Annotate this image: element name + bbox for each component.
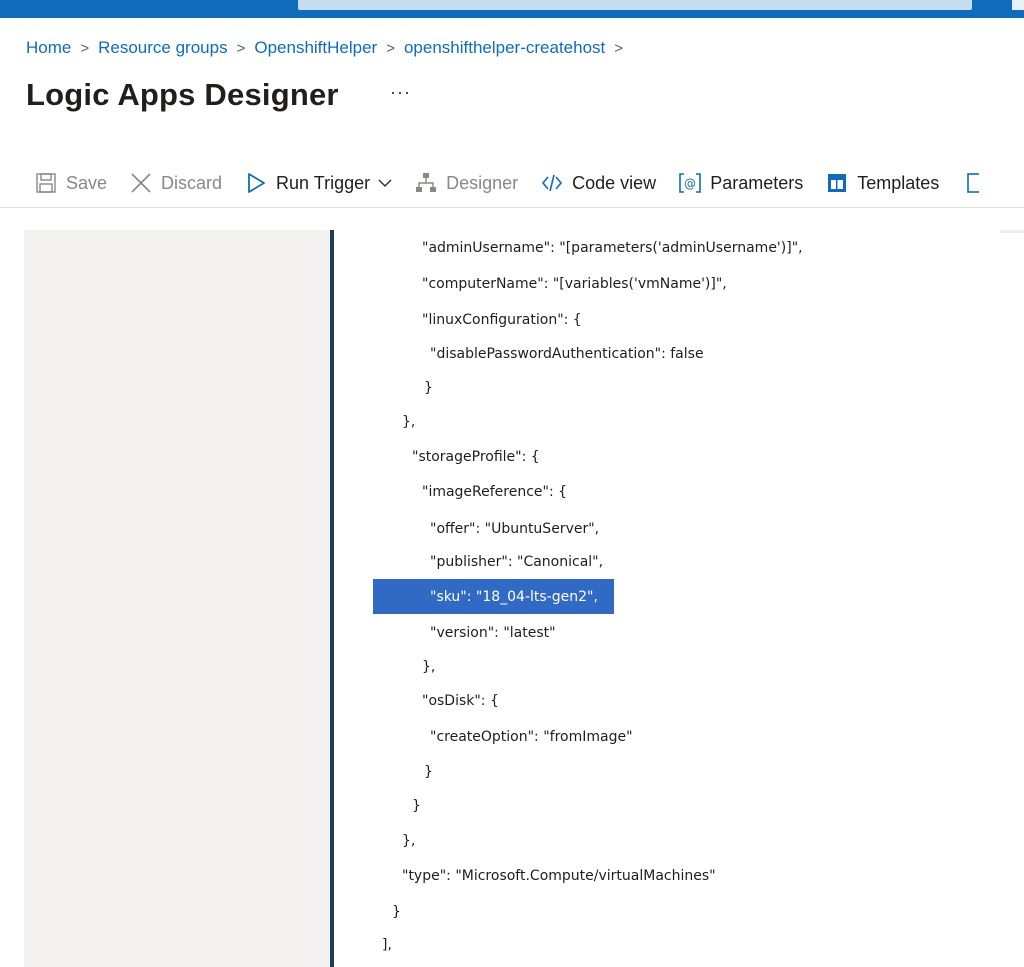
play-icon (244, 171, 268, 195)
code-line: } (392, 904, 401, 920)
code-line: "computerName": "[variables('vmName')]", (422, 276, 727, 292)
parameters-label: Parameters (710, 172, 804, 193)
code-line: }, (402, 414, 416, 430)
toolbar-divider (0, 207, 1024, 208)
toolbar-overflow-button[interactable] (961, 171, 985, 195)
close-icon (129, 171, 153, 195)
code-line: "linuxConfiguration": { (422, 312, 582, 328)
top-bar-icon[interactable] (1012, 0, 1024, 10)
chevron-down-icon (378, 178, 392, 188)
run-trigger-label: Run Trigger (276, 172, 371, 193)
code-line: "type": "Microsoft.Compute/virtualMachin… (402, 868, 716, 884)
breadcrumb: Home > Resource groups > OpenshiftHelper… (26, 36, 632, 60)
designer-label: Designer (446, 172, 519, 193)
breadcrumb-separator: > (236, 39, 246, 57)
breadcrumb-separator: > (80, 39, 90, 57)
designer-toolbar: Save Discard Run Trigger Designer Code v… (34, 166, 1024, 200)
code-line: } (412, 798, 421, 814)
code-line: "osDisk": { (422, 693, 499, 709)
breadcrumb-separator: > (614, 39, 624, 57)
save-label: Save (66, 172, 108, 193)
code-editor[interactable]: "adminUsername": "[parameters('adminUser… (334, 230, 1024, 967)
page-title: Logic Apps Designer (26, 77, 339, 112)
designer-icon (414, 171, 438, 195)
templates-button[interactable]: Templates (825, 171, 939, 195)
code-line: }, (422, 659, 436, 675)
save-button[interactable]: Save (34, 171, 107, 195)
code-line: "createOption": "fromImage" (430, 729, 633, 745)
connections-icon (961, 171, 985, 195)
breadcrumb-logic-app[interactable]: openshifthelper-createhost (404, 38, 605, 58)
code-line: "publisher": "Canonical", (430, 554, 604, 570)
code-view-button[interactable]: Code view (540, 171, 656, 195)
code-view-label: Code view (572, 172, 657, 193)
left-panel (24, 230, 330, 967)
code-line: "offer": "UbuntuServer", (430, 521, 600, 537)
discard-label: Discard (161, 172, 223, 193)
code-line: "version": "latest" (430, 625, 556, 641)
breadcrumb-separator: > (386, 39, 395, 57)
breadcrumb-resource-groups[interactable]: Resource groups (98, 38, 227, 58)
portal-top-bar (0, 0, 1024, 18)
code-line: "disablePasswordAuthentication": false (430, 346, 704, 362)
code-line: "storageProfile": { (412, 449, 540, 465)
breadcrumb-home[interactable]: Home (26, 38, 71, 58)
more-options-button[interactable]: ··· (390, 82, 411, 103)
run-trigger-button[interactable]: Run Trigger (244, 171, 392, 195)
parameters-icon: @ (678, 171, 702, 195)
code-line: "adminUsername": "[parameters('adminUser… (422, 240, 803, 256)
breadcrumb-resource-group[interactable]: OpenshiftHelper (254, 38, 377, 58)
save-icon (34, 171, 58, 195)
code-line: ], (382, 937, 392, 953)
code-line: } (424, 380, 433, 396)
templates-icon (825, 171, 849, 195)
discard-button[interactable]: Discard (129, 171, 222, 195)
code-line: }, (402, 833, 416, 849)
designer-button[interactable]: Designer (414, 171, 518, 195)
code-line-selected: "sku": "18_04-lts-gen2", (430, 589, 598, 605)
templates-label: Templates (857, 172, 940, 193)
code-icon (540, 171, 564, 195)
code-line: "imageReference": { (422, 484, 568, 500)
code-line: } (424, 764, 433, 780)
parameters-button[interactable]: @ Parameters (678, 171, 803, 195)
global-search-box[interactable] (298, 0, 972, 10)
svg-text:@: @ (684, 177, 696, 191)
